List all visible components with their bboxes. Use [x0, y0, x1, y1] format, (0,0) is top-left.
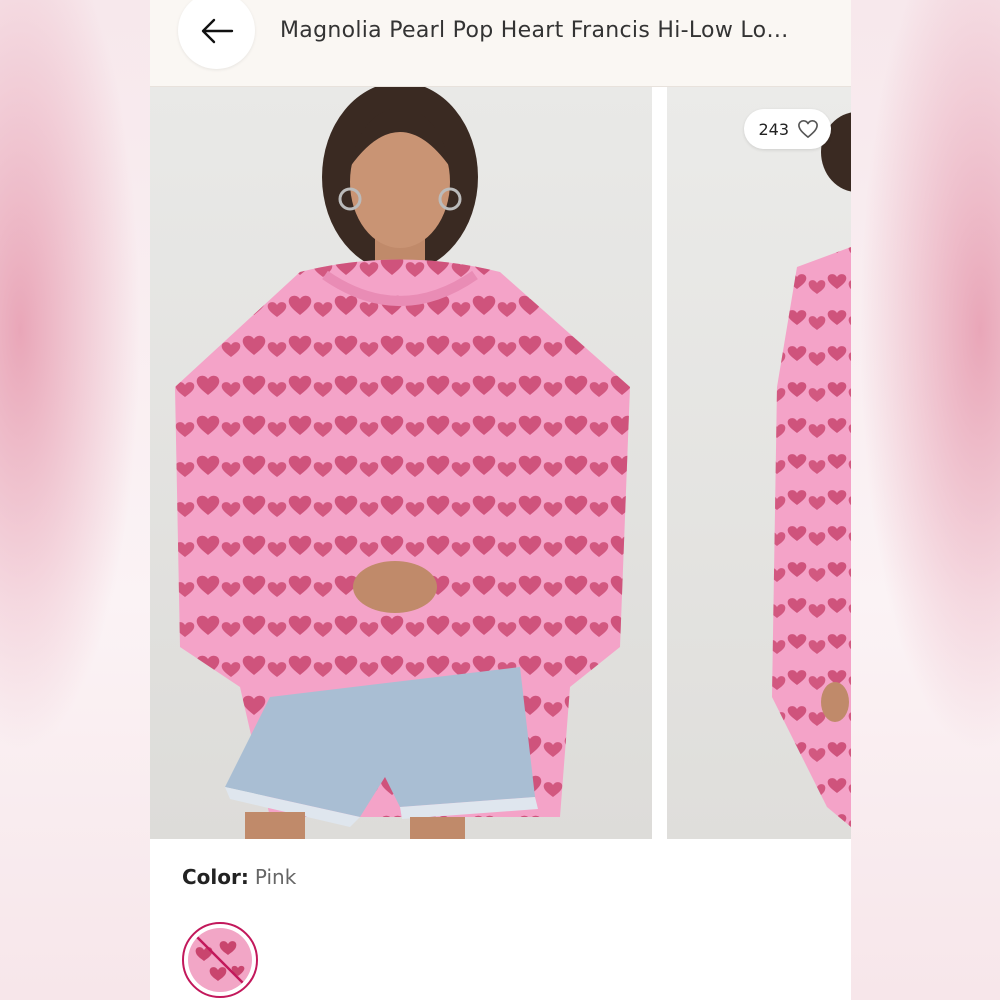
color-swatch-pink[interactable]	[182, 922, 258, 998]
product-photo-secondary[interactable]: 243	[667, 87, 851, 839]
model-side-illustration	[772, 112, 851, 827]
swatch-thumbnail	[188, 928, 252, 992]
likes-button[interactable]: 243	[744, 109, 831, 149]
back-button[interactable]	[178, 0, 255, 69]
unavailable-slash-icon	[195, 935, 245, 985]
image-gallery[interactable]: 243	[150, 87, 851, 839]
product-photo-main[interactable]	[150, 87, 652, 839]
color-selector-label: Color: Pink	[182, 865, 296, 889]
product-title: Magnolia Pearl Pop Heart Francis Hi-Low …	[280, 18, 789, 43]
color-value: Pink	[254, 865, 297, 889]
heart-outline-icon	[798, 120, 818, 138]
color-label: Color:	[182, 865, 249, 889]
product-screen: Magnolia Pearl Pop Heart Francis Hi-Low …	[150, 0, 851, 1000]
likes-count: 243	[758, 119, 789, 139]
model-illustration	[175, 87, 630, 839]
arrow-left-icon	[201, 18, 233, 43]
top-bar: Magnolia Pearl Pop Heart Francis Hi-Low …	[150, 0, 851, 87]
